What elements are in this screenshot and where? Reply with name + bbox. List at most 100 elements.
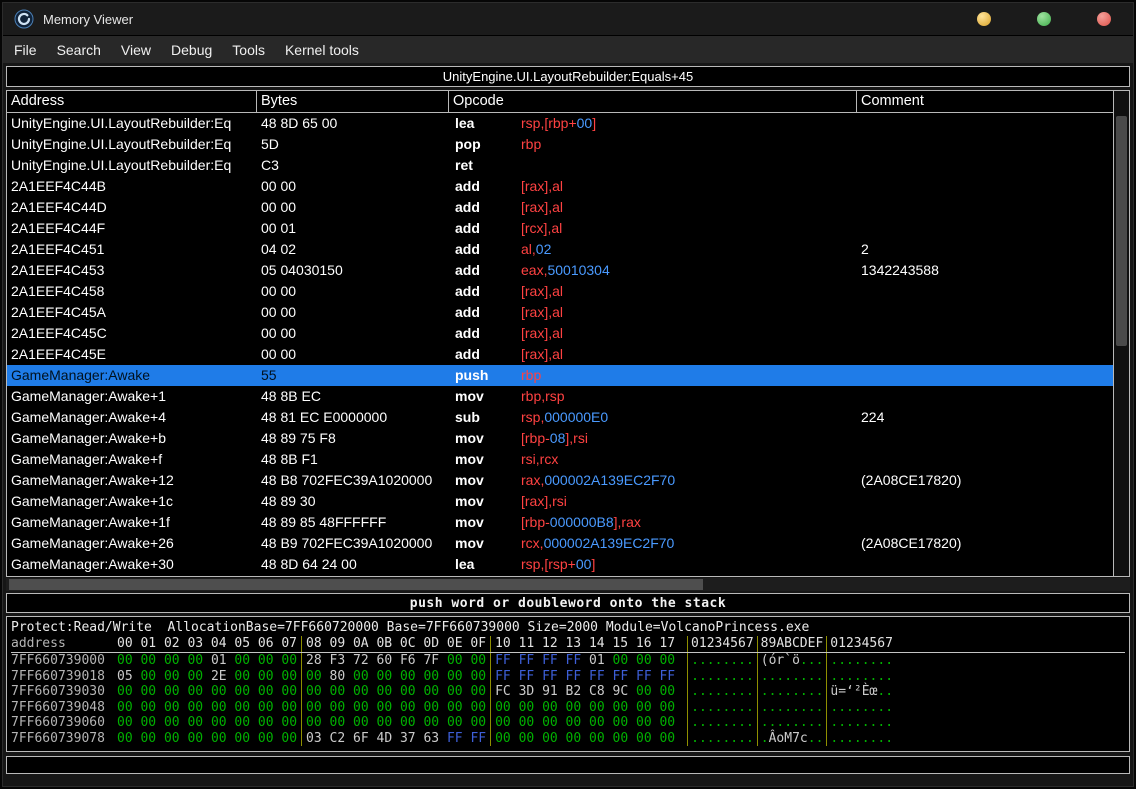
instruction-bytes: 48 89 85 48FFFFFF (257, 512, 449, 533)
menu-item-file[interactable]: File (4, 38, 47, 62)
instruction-opcode: add[rax],al (449, 197, 857, 218)
instruction-bytes: 00 01 (257, 218, 449, 239)
instruction-description-bar: push word or doubleword onto the stack (6, 593, 1130, 613)
maximize-button[interactable] (1037, 12, 1051, 26)
instruction-address: 2A1EEF4C44D (7, 197, 257, 218)
hex-byte: 00 (330, 700, 346, 715)
hex-byte: FF (542, 653, 558, 668)
menu-item-search[interactable]: Search (47, 38, 111, 62)
hex-ascii-group: ........ (687, 731, 757, 747)
hex-row[interactable]: 7FF66073903000 00 00 00 00 00 00 0000 00… (11, 684, 1125, 700)
disasm-row[interactable]: GameManager:Awake+b48 89 75 F8mov[rbp-08… (7, 428, 1113, 449)
main-content: UnityEngine.UI.LayoutRebuilder:Equals+45… (3, 63, 1133, 786)
hex-byte: 00 (447, 669, 463, 684)
hex-header-ascii-group: 01234567 (826, 636, 896, 652)
hex-byte: 00 (258, 669, 274, 684)
hex-byte: 00 (636, 731, 652, 746)
instruction-opcode: add[rax],al (449, 281, 857, 302)
hex-row[interactable]: 7FF66073906000 00 00 00 00 00 00 0000 00… (11, 715, 1125, 731)
minimize-button[interactable] (977, 12, 991, 26)
disasm-row[interactable]: 2A1EEF4C44D00 00add[rax],al (7, 197, 1113, 218)
disasm-row-selected[interactable]: GameManager:Awake55pushrbp (7, 365, 1113, 386)
disasm-row[interactable]: 2A1EEF4C45A00 00add[rax],al (7, 302, 1113, 323)
hex-byte: 00 (589, 715, 605, 730)
hex-byte: 00 (281, 669, 297, 684)
opcode-mnemonic: lea (455, 113, 521, 134)
hex-byte: 00 (659, 653, 675, 668)
instruction-opcode: subrsp,000000E0 (449, 407, 857, 428)
hex-row-address: 7FF660739078 (11, 731, 113, 747)
menu-item-debug[interactable]: Debug (161, 38, 222, 62)
opcode-mnemonic: mov (455, 386, 521, 407)
hex-byte: C8 (589, 684, 605, 699)
hex-row[interactable]: 7FF66073904800 00 00 00 00 00 00 0000 00… (11, 700, 1125, 716)
instruction-opcode: add[rax],al (449, 302, 857, 323)
menu-item-tools[interactable]: Tools (222, 38, 275, 62)
hex-ascii-group: ........ (687, 715, 757, 731)
disasm-row[interactable]: GameManager:Awake+1c48 89 30mov[rax],rsi (7, 491, 1113, 512)
hex-byte: FF (470, 731, 486, 746)
vertical-scrollbar-thumb[interactable] (1116, 116, 1127, 346)
symbol-label: UnityEngine.UI.LayoutRebuilder:Equals+45 (443, 69, 693, 84)
title-bar: Memory Viewer (3, 3, 1133, 36)
instruction-comment: 2 (857, 239, 1113, 260)
opcode-mnemonic: sub (455, 407, 521, 428)
opcode-operand: [rbp- (521, 514, 550, 530)
horizontal-scrollbar[interactable] (6, 578, 1130, 591)
horizontal-scrollbar-thumb[interactable] (9, 579, 703, 590)
instruction-bytes: 00 00 (257, 281, 449, 302)
hex-byte: 00 (306, 700, 322, 715)
bottom-status-bar (6, 756, 1130, 774)
disasm-row[interactable]: 2A1EEF4C45800 00add[rax],al (7, 281, 1113, 302)
hex-byte: 3D (519, 684, 535, 699)
hex-row[interactable]: 7FF66073901805 00 00 00 2E 00 00 0000 80… (11, 669, 1125, 685)
hex-header-ascii-group: 89ABCDEF (757, 636, 827, 652)
disasm-row[interactable]: GameManager:Awake+f48 8B F1movrsi,rcx (7, 449, 1113, 470)
disasm-row[interactable]: UnityEngine.UI.LayoutRebuilder:Eq48 8D 6… (7, 113, 1113, 134)
hex-ascii-group: ........ (826, 669, 896, 685)
disasm-row[interactable]: 2A1EEF4C44F00 01add[rcx],al (7, 218, 1113, 239)
instruction-bytes: 48 8D 64 24 00 (257, 554, 449, 575)
hex-byte: 00 (589, 700, 605, 715)
vertical-scrollbar[interactable] (1113, 91, 1129, 576)
hex-byte: 05 (117, 669, 133, 684)
instruction-comment (857, 281, 1113, 302)
hex-byte: B2 (566, 684, 582, 699)
menu-item-view[interactable]: View (111, 38, 161, 62)
hex-byte: 00 (140, 700, 156, 715)
disasm-row[interactable]: 2A1EEF4C45C00 00add[rax],al (7, 323, 1113, 344)
disasm-row[interactable]: GameManager:Awake+148 8B ECmovrbp,rsp (7, 386, 1113, 407)
hex-byte: 00 (187, 715, 203, 730)
disasm-row[interactable]: GameManager:Awake+1f48 89 85 48FFFFFFmov… (7, 512, 1113, 533)
hex-row[interactable]: 7FF66073907800 00 00 00 00 00 00 0003 C2… (11, 731, 1125, 747)
hex-byte: FF (566, 653, 582, 668)
hex-row[interactable]: 7FF66073900000 00 00 00 01 00 00 0028 F3… (11, 653, 1125, 669)
disasm-row[interactable]: 2A1EEF4C44B00 00add[rax],al (7, 176, 1113, 197)
disasm-row[interactable]: UnityEngine.UI.LayoutRebuilder:EqC3ret (7, 155, 1113, 176)
hex-byte: 00 (447, 684, 463, 699)
disasm-row[interactable]: 2A1EEF4C45305 04030150addeax,50010304134… (7, 260, 1113, 281)
instruction-address: GameManager:Awake+f (7, 449, 257, 470)
instruction-opcode: movrbp,rsp (449, 386, 857, 407)
hex-byte: FC (495, 684, 511, 699)
close-button[interactable] (1097, 12, 1111, 26)
instruction-bytes: 00 00 (257, 197, 449, 218)
disasm-row[interactable]: GameManager:Awake+448 81 EC E0000000subr… (7, 407, 1113, 428)
hex-byte-group: 00 00 00 00 00 00 00 00 (113, 715, 301, 731)
disasm-row[interactable]: GameManager:Awake+3048 8D 64 24 00learsp… (7, 554, 1113, 575)
hex-byte: 00 (659, 684, 675, 699)
hex-byte: 00 (400, 684, 416, 699)
disasm-row[interactable]: 2A1EEF4C45E00 00add[rax],al (7, 344, 1113, 365)
hex-ascii-group: ........ (757, 669, 827, 685)
hex-row-address: 7FF660739030 (11, 684, 113, 700)
disasm-row[interactable]: UnityEngine.UI.LayoutRebuilder:Eq5Dpoprb… (7, 134, 1113, 155)
disasm-row[interactable]: GameManager:Awake+2648 B9 702FEC39A10200… (7, 533, 1113, 554)
opcode-mnemonic: lea (455, 554, 521, 575)
disasm-row[interactable]: GameManager:Awake+1248 B8 702FEC39A10200… (7, 470, 1113, 491)
disasm-row[interactable]: 2A1EEF4C45104 02addal,022 (7, 239, 1113, 260)
hex-byte: F6 (400, 653, 416, 668)
menu-item-kernel-tools[interactable]: Kernel tools (275, 38, 369, 62)
hex-byte: 2E (211, 669, 227, 684)
hex-byte: FF (613, 669, 629, 684)
hex-byte: 00 (353, 684, 369, 699)
